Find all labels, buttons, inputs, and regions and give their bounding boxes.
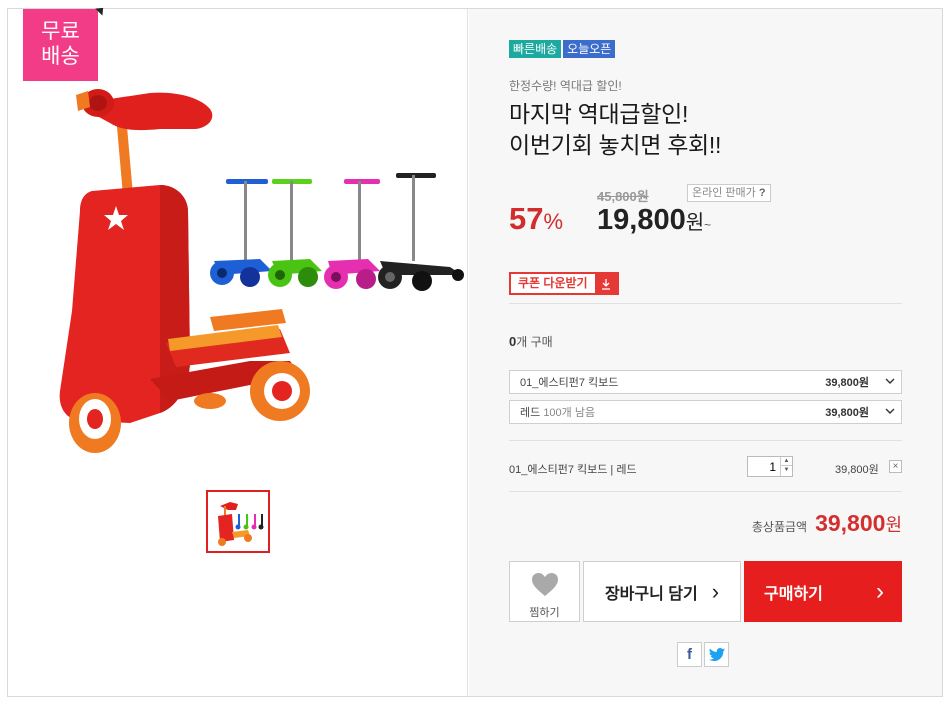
product-subtitle: 한정수량! 역대급 할인! [509,79,622,93]
total-price: 총상품금액 39,800원 [752,510,902,537]
selected-option-name: 01_에스티펀7 킥보드 | 레드 [509,464,637,476]
chevron-down-icon [879,377,901,388]
option-name: 01_에스티펀7 킥보드 [520,377,619,389]
small-scooter-green [268,179,322,287]
original-price: 45,800원 [597,189,649,204]
twitter-icon[interactable] [704,642,729,667]
chevron-right-icon: › [711,578,720,604]
heart-icon [531,573,558,596]
cart-label: 장바구니 담기 [604,585,698,603]
facebook-icon[interactable]: f [677,642,702,667]
divider [509,440,902,441]
add-to-cart-button[interactable]: 장바구니 담기 › [583,561,741,622]
product-image-pane: 무료 배송 [8,4,468,696]
purchase-count: 0개 구매 [509,333,553,350]
tag-fast-delivery: 빠른배송 [509,40,562,58]
chevron-right-icon: › [876,577,884,605]
small-scooter-blue [210,179,272,287]
sale-price-tilde: ~ [704,218,712,232]
discount-percent-sign: % [543,209,564,234]
product-detail-frame: 무료 배송 빠른배송 오늘오픈 한정수량! 역대급 할인! 마지막 역대급할인!… [7,4,943,697]
total-amount: 39,800 [815,510,886,536]
buy-now-button[interactable]: 구매하기 › [744,561,902,622]
purchase-count-suffix: 개 구매 [516,335,553,349]
badge-line2: 배송 [41,45,80,68]
wishlist-button[interactable]: 찜하기 [509,561,580,622]
arrow-down-icon[interactable]: ▼ [781,466,792,475]
badge-line1: 무료 [41,20,80,43]
option-name: 레드 100개 남음 [520,407,596,419]
option-price: 39,800원 [825,377,869,389]
quantity-spin[interactable]: ▲ ▼ [780,457,792,476]
product-title: 마지막 역대급할인! 이번기회 놓치면 후회!! [509,99,721,161]
main-product-image [59,89,464,453]
small-scooter-pink [324,179,380,289]
tag-today-open: 오늘오픈 [563,40,616,58]
quantity-stepper[interactable]: ▲ ▼ [747,456,793,477]
online-price-info[interactable]: 온라인 판매가 ? [687,184,771,202]
free-shipping-badge: 무료 배송 [23,9,98,81]
divider [509,491,902,492]
title-line2: 이번기회 놓치면 후회!! [509,132,722,158]
title-line1: 마지막 역대급할인! [509,101,689,127]
share-buttons: f [677,642,729,667]
arrow-up-icon[interactable]: ▲ [781,457,792,466]
coupon-label: 쿠폰 다운받기 [518,276,588,290]
sale-price-value: 19,800 [597,204,686,236]
help-icon: ? [758,187,766,199]
coupon-download-button[interactable]: 쿠폰 다운받기 [509,272,619,295]
download-icon [594,274,617,293]
product-tags: 빠른배송 오늘오픈 [509,40,616,58]
total-unit: 원 [885,515,902,535]
product-thumbnail[interactable] [206,490,270,553]
option-select-product[interactable]: 01_에스티펀7 킥보드 39,800원 [509,370,902,394]
selected-option-row: 01_에스티펀7 킥보드 | 레드 ▲ ▼ 39,800원 × [509,456,902,480]
sale-price-unit: 원 [685,212,705,234]
discount-number: 57 [509,201,544,236]
thumbnail-image [218,502,264,546]
selected-option-price: 39,800원 [835,464,879,476]
close-icon[interactable]: × [889,460,902,473]
buy-label: 구매하기 [764,585,823,603]
sale-price: 19,800원~ [597,204,711,237]
product-info-pane: 빠른배송 오늘오픈 한정수량! 역대급 할인! 마지막 역대급할인! 이번기회 … [469,9,942,696]
discount-rate: 57% [509,201,563,237]
wishlist-label: 찜하기 [529,607,560,619]
chevron-down-icon [879,407,901,418]
divider [509,303,902,304]
option-price: 39,800원 [825,407,869,419]
total-label: 총상품금액 [751,520,808,534]
online-price-label: 온라인 판매가 [692,187,756,199]
quantity-input[interactable] [748,457,780,476]
small-scooter-black [378,173,464,291]
option-select-color[interactable]: 레드 100개 남음 39,800원 [509,400,902,424]
